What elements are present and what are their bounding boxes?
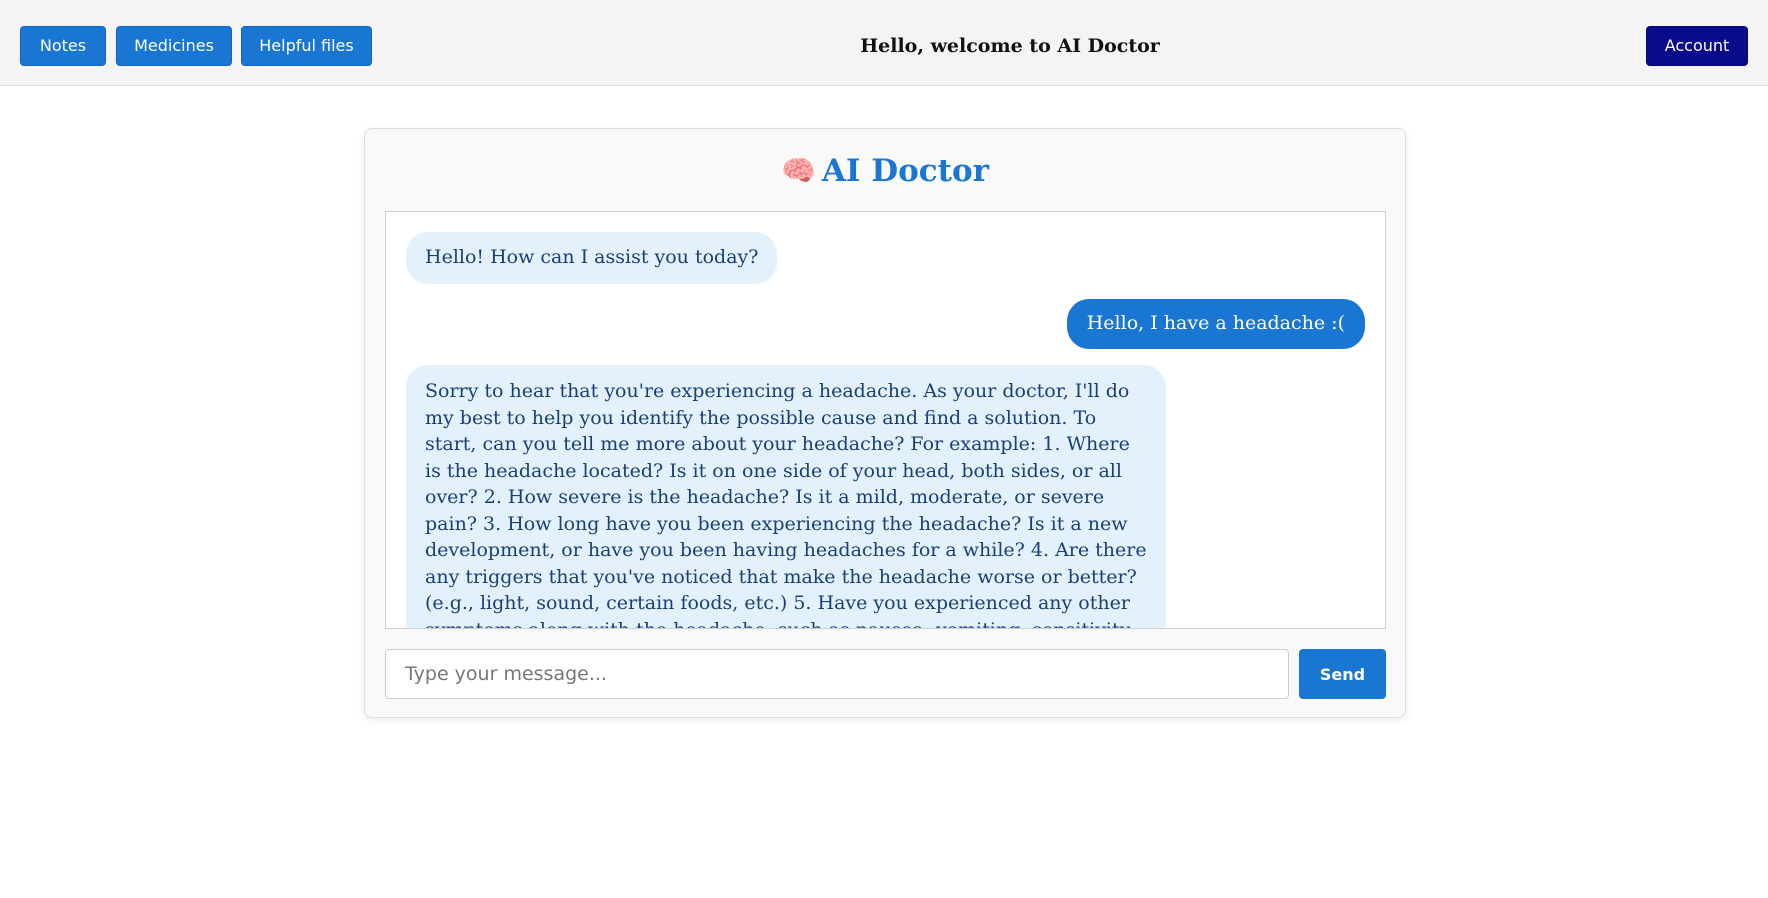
send-button[interactable]: Send	[1299, 649, 1386, 699]
welcome-heading: Hello, welcome to AI Doctor	[860, 35, 1160, 57]
notes-button[interactable]: Notes	[20, 26, 106, 66]
message-input[interactable]	[385, 649, 1289, 699]
chat-panel: 🧠 AI Doctor Hello! How can I assist you t…	[364, 128, 1406, 718]
helpful-files-button[interactable]: Helpful files	[241, 26, 372, 66]
medicines-button[interactable]: Medicines	[116, 26, 232, 66]
top-navbar: Notes Medicines Helpful files Hello, wel…	[0, 0, 1768, 86]
bot-message: Sorry to hear that you're experiencing a…	[406, 365, 1166, 628]
user-message: Hello, I have a headache :(	[1066, 299, 1365, 349]
brain-icon: 🧠	[781, 154, 816, 187]
chat-messages[interactable]: Hello! How can I assist you today? Hello…	[385, 211, 1386, 629]
chat-title-text: AI Doctor	[821, 153, 989, 189]
chat-title: 🧠 AI Doctor	[365, 149, 1405, 193]
account-button[interactable]: Account	[1646, 26, 1748, 66]
bot-message: Hello! How can I assist you today?	[406, 232, 778, 284]
message-composer: Send	[385, 649, 1386, 699]
